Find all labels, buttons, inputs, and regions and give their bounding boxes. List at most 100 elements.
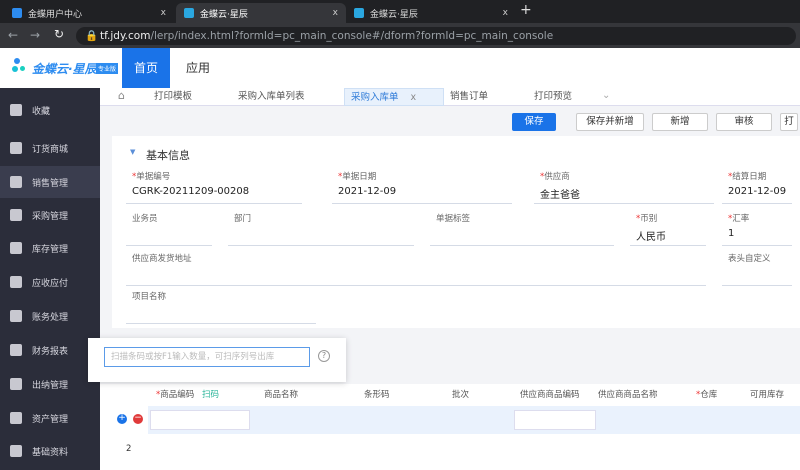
- sidebar-item[interactable]: 基础资料: [0, 435, 100, 467]
- tab-title: 金蝶云·星辰: [370, 9, 418, 20]
- print-button[interactable]: 打: [780, 113, 798, 131]
- site-icon: [12, 8, 22, 18]
- close-icon[interactable]: x: [333, 8, 338, 18]
- new-tab-button[interactable]: +: [520, 2, 532, 18]
- tab-print-preview[interactable]: 打印预览: [534, 88, 572, 106]
- collapse-icon[interactable]: ▼: [130, 148, 135, 156]
- sidebar-item-label: 订货商城: [32, 144, 69, 155]
- field-value[interactable]: 人民币: [636, 228, 666, 243]
- box-icon: [10, 242, 22, 254]
- nav-home[interactable]: 首页: [122, 48, 170, 88]
- sidebar-item[interactable]: 账务处理: [0, 300, 100, 332]
- url-domain: tf.jdy.com: [100, 30, 151, 42]
- help-icon[interactable]: ?: [318, 350, 330, 362]
- sidebar-item-label: 基础资料: [32, 447, 69, 458]
- form-field[interactable]: *币别人民币: [630, 208, 706, 246]
- scan-code-button[interactable]: 扫码: [202, 388, 219, 400]
- field-label: *币别: [636, 214, 658, 224]
- close-icon[interactable]: x: [503, 8, 508, 18]
- field-label: *单据日期: [338, 172, 377, 182]
- column-header: 批次: [452, 390, 470, 400]
- row-number: 2: [126, 444, 132, 454]
- form-field[interactable]: *单据日期 2021-12-09: [332, 166, 512, 204]
- column-header: 供应商商品编码: [520, 390, 580, 400]
- field-label: *汇率: [728, 214, 750, 224]
- add-row-icon[interactable]: +: [117, 414, 127, 424]
- sidebar-item-label: 出纳管理: [32, 380, 69, 391]
- form-field[interactable]: *结算日期 2021-12-09: [722, 166, 792, 204]
- save-and-new-button[interactable]: 保存并新增: [576, 113, 644, 131]
- column-header: 商品名称: [264, 390, 299, 400]
- field-label: 业务员: [132, 214, 158, 224]
- close-icon[interactable]: x: [161, 8, 166, 18]
- column-header: 可用库存: [750, 390, 785, 400]
- form-field[interactable]: 业务员: [126, 208, 212, 246]
- form-field[interactable]: *单据编号 CGRK-20211209-00208: [126, 166, 302, 204]
- supplier-code-cell[interactable]: [514, 410, 596, 430]
- save-button[interactable]: 保存: [512, 113, 556, 131]
- section-title: 基本信息: [146, 149, 190, 162]
- sidebar-item-label: 应收应付: [32, 278, 69, 289]
- form-field[interactable]: 表头自定义: [722, 248, 792, 286]
- tab-title: 金蝶用户中心: [28, 9, 83, 20]
- tab-title: 金蝶云·星辰: [200, 9, 248, 20]
- tab-print-template[interactable]: 打印模板: [154, 88, 192, 106]
- browser-tab[interactable]: 金蝶用户中心 x: [4, 3, 174, 23]
- reload-icon[interactable]: ↻: [54, 27, 64, 41]
- form-field[interactable]: 供应商发货地址: [126, 248, 706, 286]
- tab-purchase-receipt-list[interactable]: 采购入库单列表: [238, 88, 305, 106]
- sidebar-item[interactable]: 出纳管理: [0, 368, 100, 400]
- column-header: 条形码: [364, 390, 390, 400]
- field-label: *供应商: [540, 172, 570, 182]
- tab-purchase-receipt[interactable]: 采购入库单 x: [344, 88, 444, 106]
- cart-icon: [10, 209, 22, 221]
- asset-icon: [10, 412, 22, 424]
- tab-label: 采购入库单: [351, 92, 399, 103]
- field-value[interactable]: 金主爸爸: [540, 186, 580, 201]
- new-button[interactable]: 新增: [652, 113, 708, 131]
- sidebar-item[interactable]: 财务报表: [0, 334, 100, 366]
- star-icon: [10, 104, 22, 116]
- close-icon[interactable]: x: [411, 92, 417, 103]
- sidebar-item[interactable]: 采购管理: [0, 199, 100, 231]
- url-path: /lerp/index.html?formId=pc_main_console#…: [150, 30, 554, 42]
- product-code-cell[interactable]: [150, 410, 250, 430]
- scan-input[interactable]: 扫描条码或按F1输入数量，可扫序列号出库: [104, 347, 310, 367]
- field-label: 表头自定义: [728, 254, 771, 264]
- table-row[interactable]: [148, 406, 800, 434]
- browser-tab[interactable]: 金蝶云·星辰 x: [176, 3, 346, 23]
- delete-row-icon[interactable]: −: [133, 414, 143, 424]
- home-icon[interactable]: ⌂: [118, 89, 125, 102]
- form-field[interactable]: *供应商金主爸爸: [534, 166, 714, 204]
- back-icon[interactable]: ←: [8, 28, 18, 42]
- field-label: 供应商发货地址: [132, 254, 192, 264]
- form-field[interactable]: 部门: [228, 208, 414, 246]
- sidebar-item-label: 库存管理: [32, 244, 69, 255]
- sidebar-item[interactable]: 应收应付: [0, 266, 100, 298]
- nav-apps[interactable]: 应用: [176, 48, 220, 88]
- logo-text: 金蝶云·星辰: [32, 62, 97, 76]
- sidebar-item-label: 采购管理: [32, 211, 69, 222]
- coin-icon: [10, 276, 22, 288]
- field-value[interactable]: 2021-12-09: [728, 186, 786, 197]
- field-value[interactable]: 1: [728, 228, 734, 239]
- sidebar-item[interactable]: 资产管理: [0, 402, 100, 434]
- cash-icon: [10, 378, 22, 390]
- url-input[interactable]: 🔒 tf.jdy.com/lerp/index.html?formId=pc_ma…: [76, 27, 796, 45]
- forward-icon[interactable]: →: [30, 28, 40, 42]
- sidebar-item[interactable]: 收藏: [0, 94, 100, 126]
- tab-sales-order[interactable]: 销售订单: [450, 88, 488, 106]
- field-value[interactable]: 2021-12-09: [338, 186, 396, 197]
- sidebar-item[interactable]: 订货商城: [0, 132, 100, 164]
- form-field[interactable]: *汇率 1: [722, 208, 792, 246]
- audit-button[interactable]: 审核: [716, 113, 772, 131]
- form-field[interactable]: 单据标签: [430, 208, 614, 246]
- browser-tab[interactable]: 金蝶云·星辰 x: [346, 3, 516, 23]
- edition-badge: 专业版: [96, 63, 119, 74]
- chevron-down-icon[interactable]: ⌄: [602, 90, 610, 101]
- form-field[interactable]: 项目名称: [126, 286, 316, 324]
- field-value[interactable]: CGRK-20211209-00208: [132, 186, 249, 197]
- sidebar-item[interactable]: 销售管理: [0, 166, 100, 198]
- sidebar-item[interactable]: 库存管理: [0, 232, 100, 264]
- page-tabs: ⌂ 打印模板 采购入库单列表 采购入库单 x 销售订单 打印预览 ⌄: [100, 88, 800, 106]
